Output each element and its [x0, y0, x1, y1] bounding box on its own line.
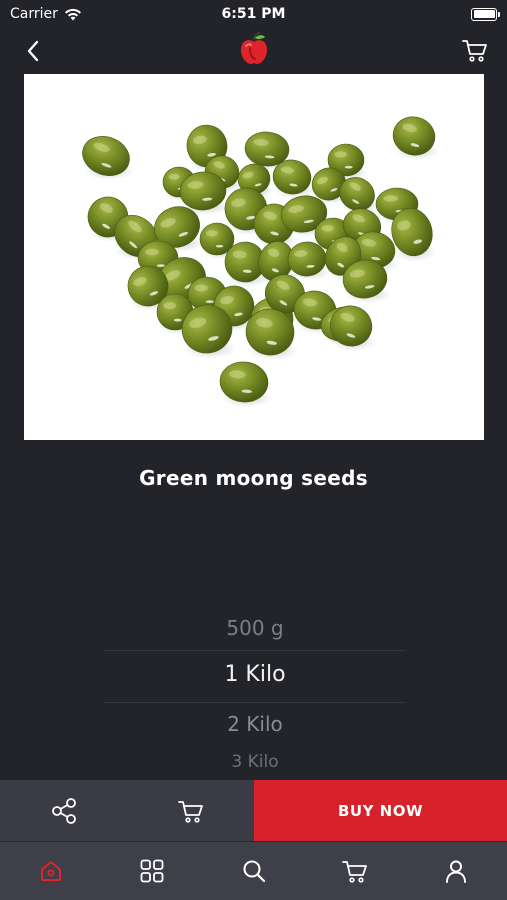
picker-option[interactable]: 3 Kilo — [104, 752, 406, 772]
cart-icon[interactable] — [461, 36, 489, 64]
picker-divider — [104, 650, 406, 651]
tab-search[interactable] — [203, 842, 304, 900]
green-beans-photo — [82, 116, 440, 407]
grid-icon — [140, 859, 164, 883]
tab-home[interactable] — [0, 842, 101, 900]
add-to-cart-button[interactable] — [127, 780, 254, 841]
action-bar: BUY NOW — [0, 780, 507, 841]
status-left: Carrier — [10, 6, 82, 22]
battery-level — [473, 10, 495, 18]
carrier-label: Carrier — [10, 6, 58, 22]
battery-icon — [471, 7, 500, 21]
search-icon — [243, 860, 265, 883]
back-button[interactable] — [18, 36, 48, 66]
wifi-icon — [64, 8, 81, 20]
picker-option-selected[interactable]: 1 Kilo — [104, 662, 406, 687]
tab-categories[interactable] — [101, 842, 202, 900]
tab-account[interactable] — [406, 842, 507, 900]
product-image — [24, 74, 484, 440]
home-icon — [40, 861, 61, 881]
user-icon — [446, 860, 467, 883]
buy-now-button[interactable]: BUY NOW — [254, 780, 507, 841]
picker-option[interactable]: 500 g — [104, 616, 406, 640]
share-button[interactable] — [0, 780, 127, 841]
chevron-left-icon — [27, 40, 39, 62]
product-title: Green moong seeds — [139, 466, 368, 490]
weight-picker[interactable]: 500 g 1 Kilo 2 Kilo 3 Kilo — [104, 606, 406, 778]
cart-icon — [342, 861, 367, 883]
status-bar: Carrier 6:51 PM — [0, 0, 507, 28]
cart-icon — [177, 800, 203, 823]
nav-bar — [0, 28, 507, 72]
tab-cart[interactable] — [304, 842, 405, 900]
share-icon — [51, 797, 76, 824]
picker-divider — [104, 702, 406, 703]
apple-logo-icon — [241, 32, 267, 64]
picker-option[interactable]: 2 Kilo — [104, 712, 406, 736]
tab-bar — [0, 841, 507, 900]
